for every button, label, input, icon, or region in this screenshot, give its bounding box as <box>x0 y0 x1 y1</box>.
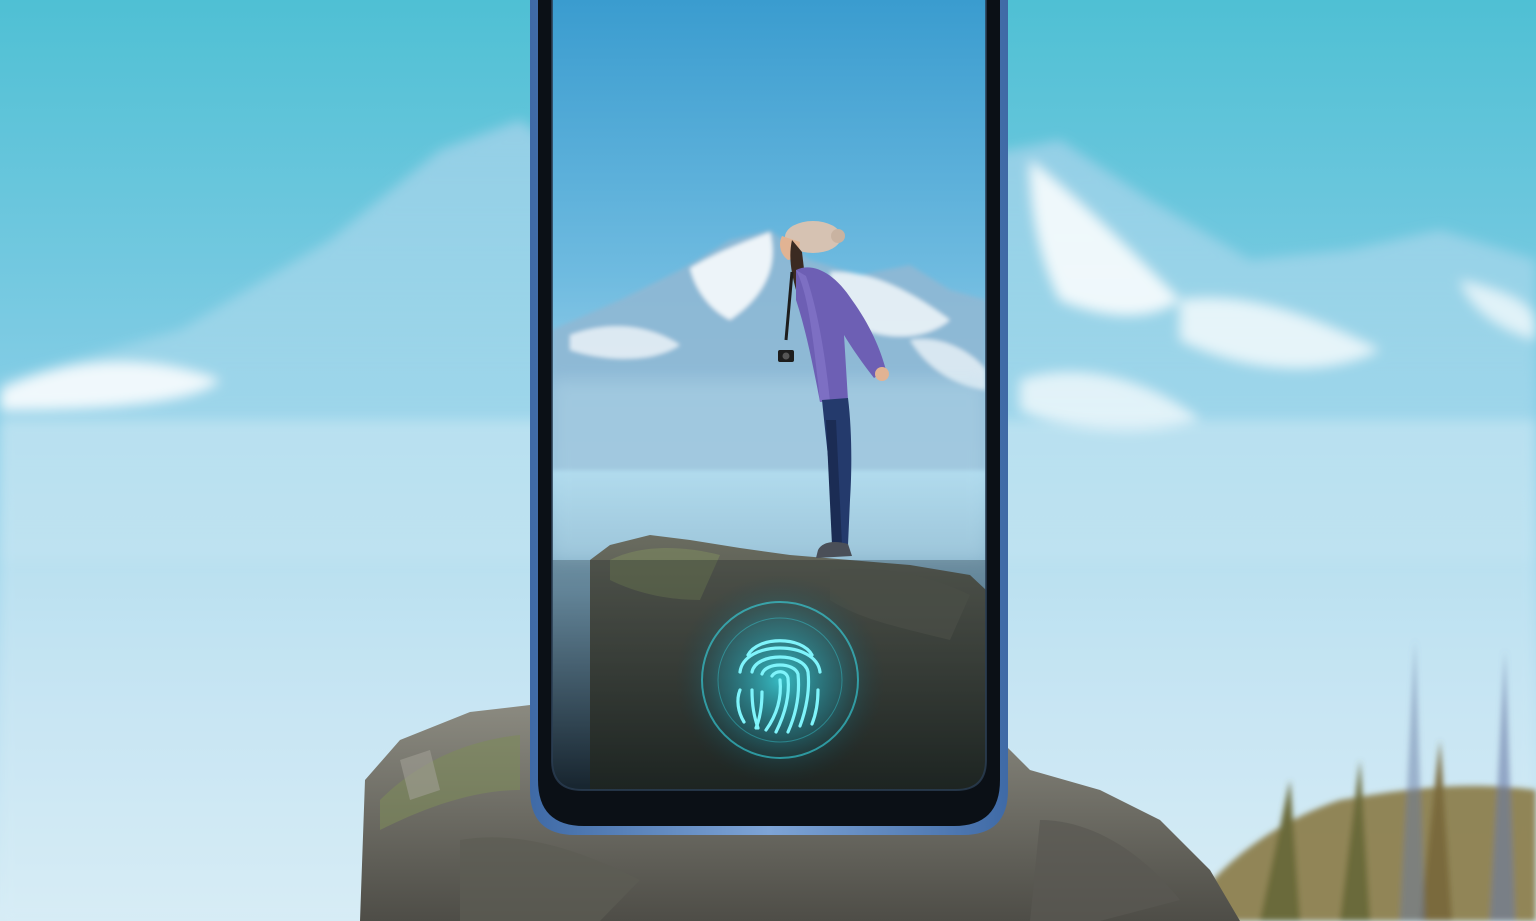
phone-screen <box>552 0 986 790</box>
smartphone <box>530 0 1008 835</box>
fingerprint-sensor[interactable] <box>675 575 885 785</box>
